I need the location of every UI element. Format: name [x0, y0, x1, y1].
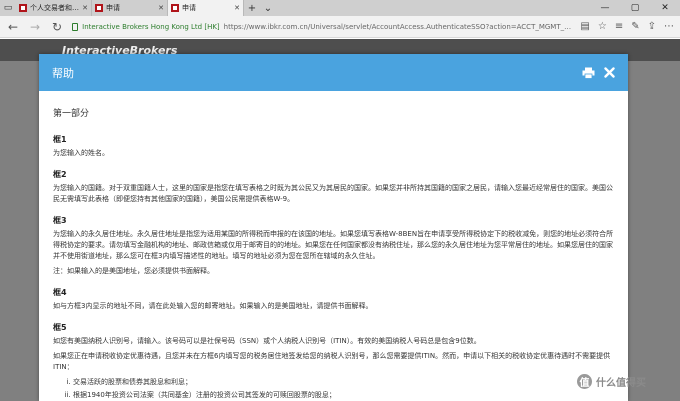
back-icon[interactable]: ←: [6, 20, 20, 34]
box-heading: 框2: [53, 170, 67, 179]
ib-favicon-icon: [171, 4, 179, 12]
box-3-section: 框3 为您输入的永久居住地址。永久居住地址是指您为适用某国的所得税而申报的在该国…: [53, 215, 614, 277]
browser-tab-3-active[interactable]: 申请 ✕: [168, 0, 244, 16]
box-4-section: 框4 如与方框3内显示的地址不同，请在此处输入您的邮寄地址。如果输入的是美国地址…: [53, 287, 614, 312]
refresh-icon[interactable]: ↻: [50, 20, 64, 34]
box-text: 为您输入的姓名。: [53, 149, 109, 157]
box-heading: 框5: [53, 323, 67, 332]
box-heading: 框3: [53, 216, 67, 225]
favorite-star-icon[interactable]: ☆: [598, 21, 607, 32]
modal-title: 帮助: [52, 66, 74, 80]
close-tab-icon[interactable]: ✕: [82, 4, 88, 12]
box-text: 如与方框3内显示的地址不同，请在此处输入您的邮寄地址。如果输入的是美国地址，请提…: [53, 302, 373, 310]
tab-title: 申请: [106, 4, 120, 12]
ib-favicon-icon: [95, 4, 103, 12]
url-field[interactable]: Interactive Brokers Hong Kong Ltd [HK] h…: [72, 19, 572, 35]
modal-header: 帮助: [39, 54, 628, 91]
close-tab-icon[interactable]: ✕: [234, 4, 240, 12]
browser-tab-2[interactable]: 申请 ✕: [92, 0, 168, 16]
close-icon[interactable]: [603, 66, 616, 79]
ib-favicon-icon: [19, 4, 27, 12]
reading-view-icon[interactable]: ▤: [580, 21, 589, 32]
box-heading: 框1: [53, 135, 67, 144]
tab-title: 申请: [182, 4, 196, 12]
watermark-badge-icon: 值: [577, 374, 592, 389]
box-heading: 框4: [53, 288, 67, 297]
exemption-list: 交易活跃的股票和债券其股息和利息； 根据1940年投资公司法案（共同基金）注册的…: [53, 377, 614, 401]
box-text: 为您输入的永久居住地址。永久居住地址是指您为适用某国的所得税而申报的在该国的地址…: [53, 230, 614, 260]
modal-actions: [582, 66, 616, 79]
more-icon[interactable]: ⋯: [664, 21, 674, 32]
tab-list-icon[interactable]: ▭: [0, 0, 16, 16]
browser-tools: ▤ ☆ ≡ ✎ ⇪ ⋯: [580, 21, 674, 32]
print-icon[interactable]: [582, 66, 595, 79]
watermark-text: 什么值得买: [596, 378, 646, 389]
hub-icon[interactable]: ≡: [615, 21, 623, 32]
window-controls: — ▢ ✕: [590, 0, 680, 16]
box-2-section: 框2 为您输入的国籍。对于双重国籍人士，这里的国家是指您在填写表格之时既为其公民…: [53, 169, 614, 205]
box-text: 如您有美国纳税人识别号，请输入。该号码可以是社保号码（SSN）或个人纳税人识别号…: [53, 337, 481, 345]
tab-title: 个人交易者和投资者 | 盈透证: [30, 4, 79, 12]
box-5-section: 框5 如您有美国纳税人识别号，请输入。该号码可以是社保号码（SSN）或个人纳税人…: [53, 322, 614, 401]
close-tab-icon[interactable]: ✕: [158, 4, 164, 12]
help-modal: 帮助 第一部分 框1 为您输入的姓名。 框2 为您输入的国籍。对于双重国籍人士，…: [39, 54, 628, 401]
modal-body: 第一部分 框1 为您输入的姓名。 框2 为您输入的国籍。对于双重国籍人士，这里的…: [39, 91, 628, 401]
box-1-section: 框1 为您输入的姓名。: [53, 134, 614, 159]
box-text: 如果您正在申请税收协定优惠待遇，且您并未在方框6内填写您的税务居住地签发给您的纳…: [53, 352, 611, 371]
tab-overflow-icon[interactable]: ⌄: [260, 0, 276, 16]
box-text: 为您输入的国籍。对于双重国籍人士，这里的国家是指您在填写表格之时既为其公民又为其…: [53, 184, 613, 203]
url-text: https://www.ibkr.com.cn/Universal/servle…: [223, 22, 573, 31]
list-item: 交易活跃的股票和债券其股息和利息；: [73, 377, 614, 388]
share-icon[interactable]: ⇪: [648, 21, 656, 32]
browser-tab-1[interactable]: 个人交易者和投资者 | 盈透证 ✕: [16, 0, 92, 16]
browser-tab-strip: ▭ 个人交易者和投资者 | 盈透证 ✕ 申请 ✕ 申请 ✕ + ⌄ — ▢ ✕: [0, 0, 680, 16]
notes-icon[interactable]: ✎: [631, 21, 639, 32]
lock-icon: [72, 22, 79, 31]
section-title: 第一部分: [53, 109, 90, 119]
window-close-icon[interactable]: ✕: [650, 0, 680, 16]
watermark: 值 什么值得买: [577, 374, 646, 389]
forward-icon[interactable]: →: [28, 20, 42, 34]
certificate-label: Interactive Brokers Hong Kong Ltd [HK]: [82, 22, 220, 31]
new-tab-icon[interactable]: +: [244, 0, 260, 16]
minimize-icon[interactable]: —: [590, 0, 620, 16]
box-note: 注：如果输入的是美国地址，您必须提供书面解释。: [53, 267, 214, 275]
maximize-icon[interactable]: ▢: [620, 0, 650, 16]
address-bar: ← → ↻ Interactive Brokers Hong Kong Ltd …: [0, 16, 680, 38]
list-item: 根据1940年投资公司法案（共同基金）注册的投资公司其签发的可赎回股票的股息；: [73, 390, 614, 401]
